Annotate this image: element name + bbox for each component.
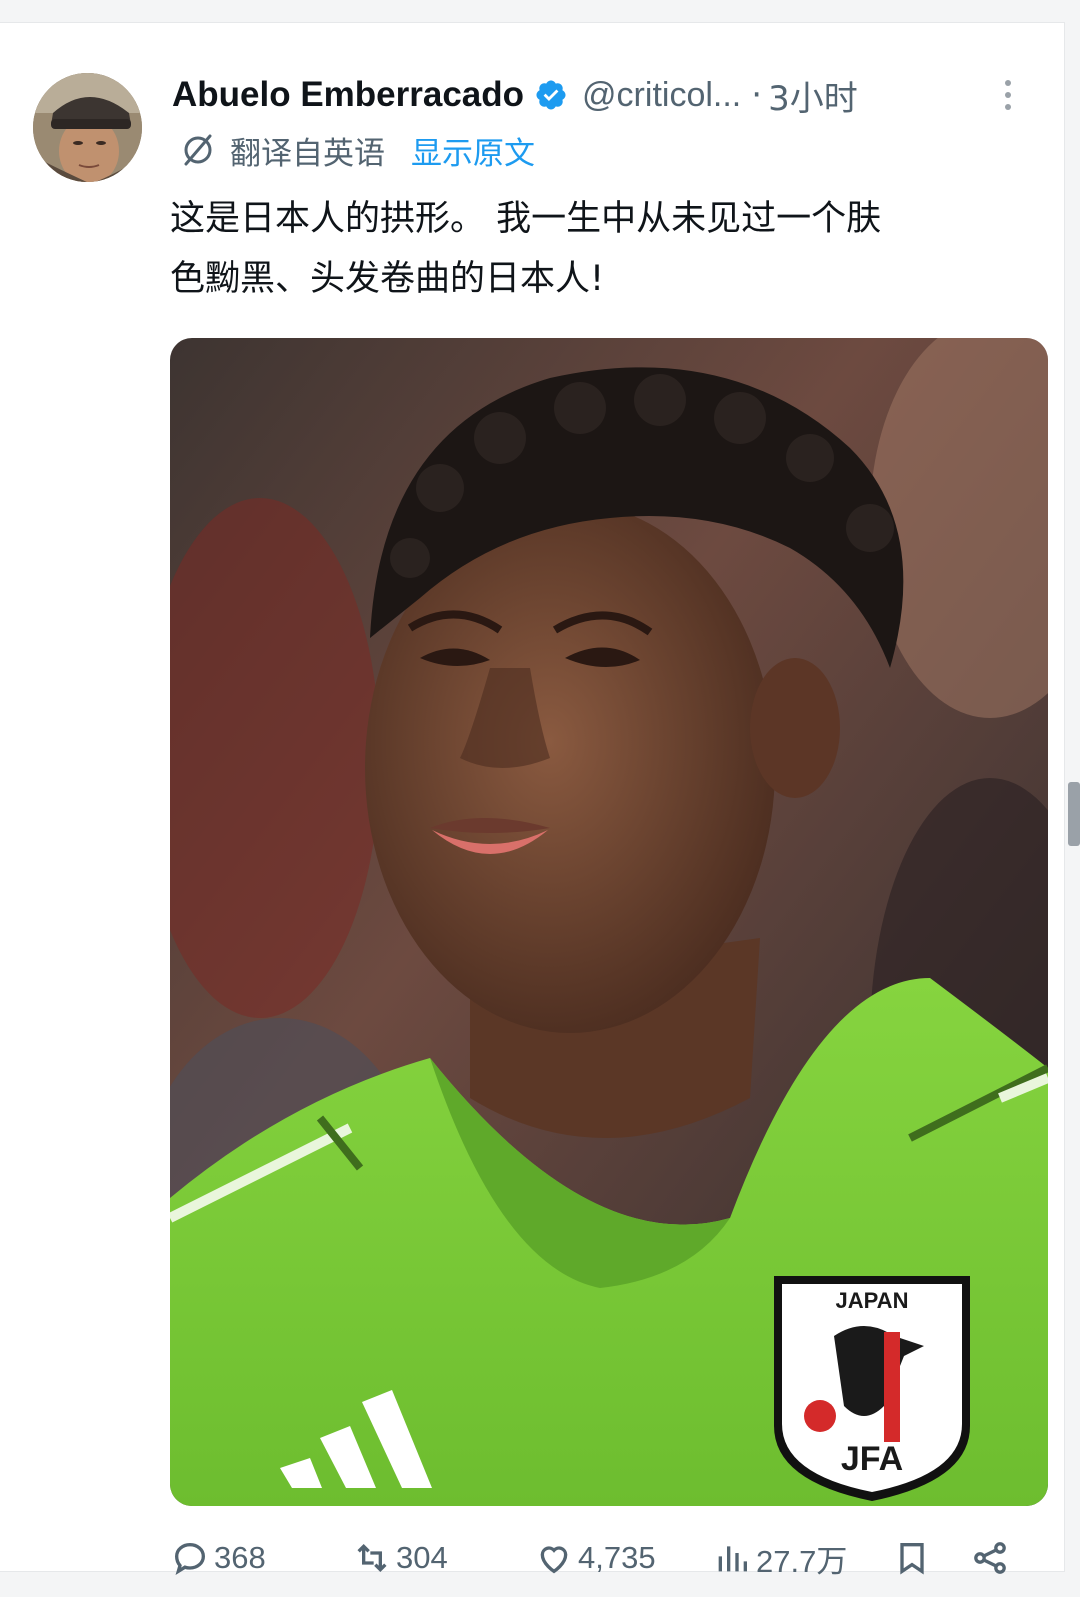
translation-bar: 翻译自英语 显示原文 — [180, 127, 535, 173]
tweet-header: Abuelo Emberracado @criticol... · 3小时 — [172, 71, 1042, 119]
badge-top-text: JAPAN — [836, 1288, 909, 1313]
more-options-icon[interactable] — [996, 75, 1020, 115]
share-icon — [974, 1542, 1006, 1574]
scrollbar-thumb[interactable] — [1068, 782, 1080, 846]
page: Abuelo Emberracado @criticol... · 3小时 翻译… — [0, 0, 1080, 1597]
like-icon — [540, 1546, 568, 1574]
tweet-photo[interactable]: JAPAN JFA — [170, 338, 1048, 1506]
show-original-link[interactable]: 显示原文 — [411, 128, 535, 173]
action-bar: 368 304 4,735 27.7万 — [170, 1530, 1040, 1586]
tweet-text: 这是日本人的拱形。 我一生中从未见过一个肤 色黝黑、头发卷曲的日本人! — [170, 189, 1030, 309]
retweet-button[interactable]: 304 — [352, 1530, 448, 1586]
reply-icon — [174, 1542, 206, 1576]
display-name[interactable]: Abuelo Emberracado — [172, 75, 524, 115]
tweet-card[interactable]: Abuelo Emberracado @criticol... · 3小时 翻译… — [0, 22, 1065, 1579]
translated-from-label: 翻译自英语 — [230, 135, 385, 172]
like-button[interactable]: 4,735 — [534, 1530, 656, 1586]
reply-button[interactable]: 368 — [170, 1530, 266, 1586]
translate-icon — [184, 134, 212, 166]
share-button[interactable] — [970, 1530, 1010, 1586]
tweet-text-line: 这是日本人的拱形。 我一生中从未见过一个肤 — [170, 199, 882, 239]
retweet-icon — [357, 1543, 387, 1573]
verified-badge-icon — [536, 80, 566, 110]
tweet-text-line: 色黝黑、头发卷曲的日本人! — [170, 259, 605, 299]
post-time[interactable]: 3小时 — [768, 71, 858, 120]
like-count: 4,735 — [578, 1540, 656, 1575]
views-icon — [718, 1546, 747, 1572]
bookmark-icon — [900, 1543, 924, 1575]
views-button[interactable]: 27.7万 — [712, 1530, 847, 1586]
reply-count: 368 — [214, 1540, 266, 1575]
badge-bottom-text: JFA — [841, 1440, 903, 1478]
avatar[interactable] — [33, 73, 142, 182]
views-count: 27.7万 — [756, 1543, 848, 1579]
retweet-count: 304 — [396, 1540, 448, 1575]
bookmark-button[interactable] — [892, 1530, 932, 1586]
user-handle[interactable]: @criticol... — [582, 76, 741, 115]
time-separator: · — [751, 75, 763, 115]
